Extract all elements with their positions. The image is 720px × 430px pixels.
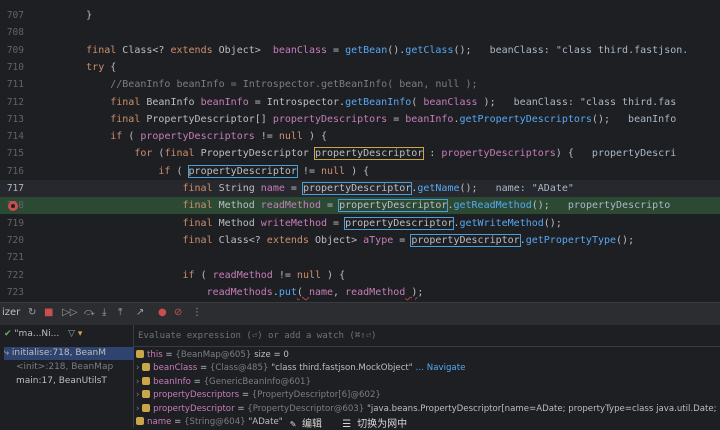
code-line[interactable]: 721 xyxy=(0,249,720,266)
variable-row[interactable]: › propertyDescriptors = {PropertyDescrip… xyxy=(136,389,381,402)
code-text: for (final PropertyDescriptor propertyDe… xyxy=(38,147,677,161)
switch-button[interactable]: ☰ 切换为网中 xyxy=(342,419,407,430)
code-text: final Class<? extends Object> aType = pr… xyxy=(38,233,635,247)
variable-icon xyxy=(142,363,151,372)
code-line[interactable]: 713 final PropertyDescriptor[] propertyD… xyxy=(0,111,720,128)
frames-list: ✔ "ma...Ni... ▽ ▾ ⤷ initialise:718, Bean… xyxy=(0,325,134,428)
line-number: 717 xyxy=(6,183,24,194)
variable-icon xyxy=(136,350,144,358)
line-number: 713 xyxy=(6,113,24,125)
mute-breakpoints-icon[interactable]: ⊘ xyxy=(174,307,182,318)
code-line[interactable]: 722 if ( readMethod != null ) { xyxy=(0,267,720,284)
variables-pane: Evaluate expression (⏎) or add a watch (… xyxy=(134,325,720,428)
debug-toolbar: izer ↻ ■ ▷▷ ⤼ ⤓ ⤒ ↗ ● ⊘ ⋮ xyxy=(0,302,720,325)
line-number: 716 xyxy=(6,165,24,177)
code-line[interactable]: 708 xyxy=(0,24,720,41)
thread-check-icon: ✔ xyxy=(4,329,12,339)
code-line[interactable]: 719 final Method writeMethod = propertyD… xyxy=(0,215,720,232)
variable-icon xyxy=(142,390,151,399)
code-line[interactable]: 714 if ( propertyDescriptors != null ) { xyxy=(0,128,720,145)
debug-panel: ✔ "ma...Ni... ▽ ▾ ⤷ initialise:718, Bean… xyxy=(0,325,720,428)
line-number: 719 xyxy=(6,217,24,229)
code-line[interactable]: 717 final String name = propertyDescript… xyxy=(0,180,720,197)
code-line[interactable]: 718 final Method readMethod = propertyDe… xyxy=(0,197,720,215)
line-number: 714 xyxy=(6,131,24,143)
line-number: 712 xyxy=(6,96,24,108)
variable-icon xyxy=(142,376,151,385)
chevron-down-icon[interactable]: ▾ xyxy=(78,329,83,339)
variable-row[interactable]: name = {String@604} "ADate" xyxy=(136,416,283,429)
line-number: 720 xyxy=(6,234,24,246)
line-number: 711 xyxy=(6,79,24,91)
line-number: 707 xyxy=(6,10,24,21)
code-text: final String name = propertyDescriptor.g… xyxy=(38,182,574,195)
code-line[interactable]: 715 for (final PropertyDescriptor proper… xyxy=(0,145,720,162)
variable-row[interactable]: › beanClass = {Class@485} "class third.f… xyxy=(136,362,465,375)
code-text: final Class<? extends Object> beanClass … xyxy=(38,44,689,56)
frame-item[interactable]: main:17, BeanUtilsT xyxy=(4,375,146,388)
line-number: 708 xyxy=(6,27,24,39)
code-editor[interactable]: 707 } 708 709 final Class<? extends Object… xyxy=(0,0,720,302)
run-to-cursor-icon[interactable]: ↗ xyxy=(136,307,144,318)
variable-icon xyxy=(136,417,144,425)
code-text: final Method readMethod = propertyDescri… xyxy=(38,199,671,213)
step-out-icon[interactable]: ⤒ xyxy=(118,307,122,318)
more-icon[interactable]: ⋮ xyxy=(192,307,202,318)
code-line[interactable]: 707 } xyxy=(0,7,720,24)
line-number: 709 xyxy=(6,44,24,56)
step-into-icon[interactable]: ⤓ xyxy=(102,307,106,318)
variable-row[interactable]: › beanInfo = {GenericBeanInfo@601} xyxy=(136,376,311,389)
line-number: 721 xyxy=(6,252,24,264)
variable-row[interactable]: › propertyDescriptor = {PropertyDescript… xyxy=(136,403,720,416)
code-text: if ( propertyDescriptor != null ) { xyxy=(38,164,370,178)
code-text: readMethods.put( name, readMethod ); xyxy=(38,286,424,298)
bottom-overlay: ✎ 编辑 ☰ 切换为网中 xyxy=(290,415,407,430)
code-line[interactable]: 710 try { xyxy=(0,59,720,76)
code-text: if ( propertyDescriptors != null ) { xyxy=(38,131,328,143)
line-number: 710 xyxy=(6,61,24,73)
toolbar-left-label: izer xyxy=(2,307,21,318)
code-text: try { xyxy=(38,61,117,73)
code-text: final BeanInfo beanInfo = Introspector.g… xyxy=(38,96,677,108)
variable-icon xyxy=(142,403,151,412)
resume-icon[interactable]: ▷▷ xyxy=(62,307,77,318)
step-over-icon[interactable]: ⤼ xyxy=(84,307,95,318)
line-number: 723 xyxy=(6,286,24,298)
code-text: //BeanInfo beanInfo = Introspector.getBe… xyxy=(38,79,478,91)
edit-button[interactable]: ✎ 编辑 xyxy=(290,419,322,430)
stop-icon[interactable]: ■ xyxy=(44,307,53,318)
variable-row[interactable]: this = {BeanMap@605} size = 0 xyxy=(136,349,289,362)
code-line[interactable]: 720 final Class<? extends Object> aType … xyxy=(0,232,720,249)
line-number: 722 xyxy=(6,269,24,281)
navigate-link[interactable]: … Navigate xyxy=(413,363,465,373)
frame-item[interactable]: <init>:218, BeanMap xyxy=(4,361,146,374)
code-line[interactable]: 709 final Class<? extends Object> beanCl… xyxy=(0,42,720,59)
breakpoints-icon[interactable]: ● xyxy=(158,307,167,318)
frame-item[interactable]: ⤷ initialise:718, BeanM xyxy=(4,347,134,360)
code-line[interactable]: 716 if ( propertyDescriptor != null ) { xyxy=(0,163,720,180)
code-text: } xyxy=(38,10,93,21)
evaluate-expression-input[interactable]: Evaluate expression (⏎) or add a watch (… xyxy=(134,325,720,347)
code-text: final Method writeMethod = propertyDescr… xyxy=(38,216,562,230)
code-line[interactable]: 723 readMethods.put( name, readMethod ); xyxy=(0,284,720,301)
rerun-icon[interactable]: ↻ xyxy=(28,307,36,318)
filter-icon[interactable]: ▽ xyxy=(68,329,75,339)
code-text: if ( readMethod != null ) { xyxy=(38,269,346,281)
line-number: 715 xyxy=(6,148,24,160)
code-line[interactable]: 712 final BeanInfo beanInfo = Introspect… xyxy=(0,94,720,111)
code-line[interactable]: 711 //BeanInfo beanInfo = Introspector.g… xyxy=(0,76,720,93)
thread-selector[interactable]: ✔ "ma...Ni... ▽ ▾ xyxy=(4,328,134,341)
code-text: final PropertyDescriptor[] propertyDescr… xyxy=(38,113,677,125)
